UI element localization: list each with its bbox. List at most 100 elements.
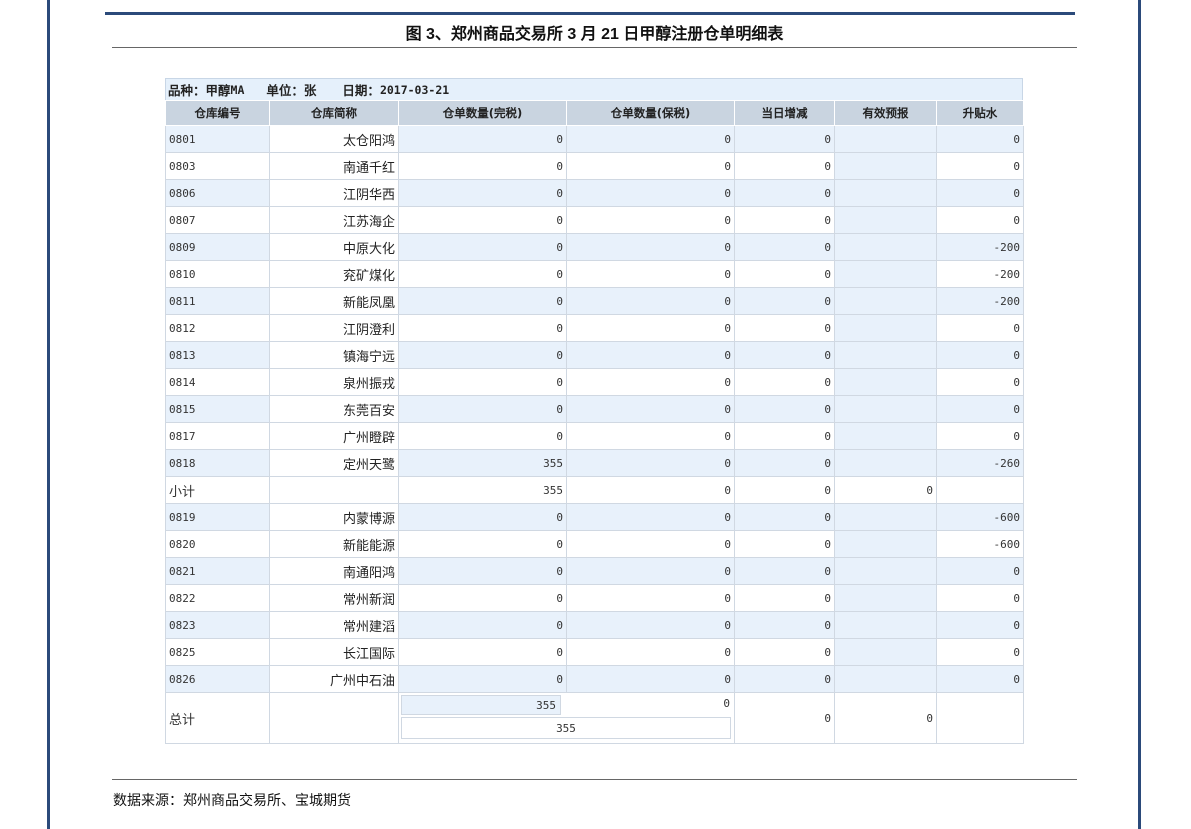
table-row: 0820 新能能源 0 0 0 -600 bbox=[165, 530, 1024, 558]
warehouse-name-cell: 定州天鹭 bbox=[269, 449, 399, 477]
table-row: 0813 镇海宁远 0 0 0 0 bbox=[165, 341, 1024, 369]
warehouse-name-cell: 内蒙博源 bbox=[269, 503, 399, 531]
warehouse-name-cell: 泉州振戎 bbox=[269, 368, 399, 396]
wanshui-qty-cell: 0 bbox=[398, 584, 567, 612]
premium-cell: -600 bbox=[936, 503, 1024, 531]
premium-cell: -200 bbox=[936, 287, 1024, 315]
warehouse-code-cell: 0807 bbox=[165, 206, 270, 234]
subtotal-change: 0 bbox=[734, 476, 835, 504]
warehouse-name-cell: 江苏海企 bbox=[269, 206, 399, 234]
daily-change-cell: 0 bbox=[734, 584, 835, 612]
forecast-cell bbox=[834, 206, 937, 234]
premium-cell: 0 bbox=[936, 341, 1024, 369]
table-row: 0801 太仓阳鸿 0 0 0 0 bbox=[165, 125, 1024, 153]
baoshui-qty-cell: 0 bbox=[566, 368, 735, 396]
warehouse-code-cell: 0815 bbox=[165, 395, 270, 423]
table-row: 0822 常州新润 0 0 0 0 bbox=[165, 584, 1024, 612]
total-baoshui: 0 bbox=[723, 697, 730, 710]
wanshui-qty-cell: 0 bbox=[398, 233, 567, 261]
total-name-cell bbox=[269, 692, 399, 744]
daily-change-cell: 0 bbox=[734, 314, 835, 342]
baoshui-qty-cell: 0 bbox=[566, 125, 735, 153]
forecast-cell bbox=[834, 314, 937, 342]
daily-change-cell: 0 bbox=[734, 260, 835, 288]
daily-change-cell: 0 bbox=[734, 665, 835, 693]
wanshui-qty-cell: 0 bbox=[398, 314, 567, 342]
warehouse-code-cell: 0809 bbox=[165, 233, 270, 261]
wanshui-qty-cell: 0 bbox=[398, 665, 567, 693]
baoshui-qty-cell: 0 bbox=[566, 530, 735, 558]
premium-cell: -200 bbox=[936, 233, 1024, 261]
warehouse-name-cell: 中原大化 bbox=[269, 233, 399, 261]
col-header-code: 仓库编号 bbox=[165, 100, 270, 126]
baoshui-qty-cell: 0 bbox=[566, 584, 735, 612]
warehouse-name-cell: 长江国际 bbox=[269, 638, 399, 666]
daily-change-cell: 0 bbox=[734, 395, 835, 423]
premium-cell: 0 bbox=[936, 611, 1024, 639]
header-rule bbox=[105, 12, 1075, 15]
table-row: 0809 中原大化 0 0 0 -200 bbox=[165, 233, 1024, 261]
premium-cell: 0 bbox=[936, 152, 1024, 180]
subtotal-name-cell bbox=[269, 476, 399, 504]
warehouse-name-cell: 新能凤凰 bbox=[269, 287, 399, 315]
warehouse-name-cell: 兖矿煤化 bbox=[269, 260, 399, 288]
subtotal-baoshui: 0 bbox=[566, 476, 735, 504]
wanshui-qty-cell: 0 bbox=[398, 530, 567, 558]
wanshui-qty-cell: 0 bbox=[398, 638, 567, 666]
table-row: 0819 内蒙博源 0 0 0 -600 bbox=[165, 503, 1024, 531]
table-row: 0814 泉州振戎 0 0 0 0 bbox=[165, 368, 1024, 396]
baoshui-qty-cell: 0 bbox=[566, 395, 735, 423]
date-label: 日期： bbox=[342, 83, 380, 98]
forecast-cell bbox=[834, 503, 937, 531]
forecast-cell bbox=[834, 449, 937, 477]
wanshui-qty-cell: 0 bbox=[398, 557, 567, 585]
title-divider bbox=[112, 47, 1077, 48]
daily-change-cell: 0 bbox=[734, 422, 835, 450]
daily-change-cell: 0 bbox=[734, 125, 835, 153]
warehouse-code-cell: 0818 bbox=[165, 449, 270, 477]
figure-title: 图 3、郑州商品交易所 3 月 21 日甲醇注册仓单明细表 bbox=[405, 26, 784, 43]
warehouse-code-cell: 0814 bbox=[165, 368, 270, 396]
unit-label: 单位： bbox=[266, 83, 304, 98]
forecast-cell bbox=[834, 341, 937, 369]
page-frame-left bbox=[47, 0, 50, 829]
premium-cell: 0 bbox=[936, 179, 1024, 207]
table-row: 0812 江阴澄利 0 0 0 0 bbox=[165, 314, 1024, 342]
table-header-row: 仓库编号 仓库简称 仓单数量(完税) 仓单数量(保税) 当日增减 有效预报 升贴… bbox=[165, 100, 1024, 126]
warehouse-name-cell: 广州瞪辟 bbox=[269, 422, 399, 450]
daily-change-cell: 0 bbox=[734, 611, 835, 639]
warehouse-code-cell: 0822 bbox=[165, 584, 270, 612]
baoshui-qty-cell: 0 bbox=[566, 422, 735, 450]
baoshui-qty-cell: 0 bbox=[566, 233, 735, 261]
warehouse-code-cell: 0813 bbox=[165, 341, 270, 369]
report-meta-bar: 品种： 甲醇 MA 单位： 张 日期： 2017-03-21 bbox=[165, 78, 1023, 100]
forecast-cell bbox=[834, 611, 937, 639]
baoshui-qty-cell: 0 bbox=[566, 341, 735, 369]
table-body: 0801 太仓阳鸿 0 0 0 0 0803 南通千红 0 0 0 0 0806 江阴华西 0 0 0 0 0807… bbox=[165, 125, 1024, 744]
premium-cell: 0 bbox=[936, 368, 1024, 396]
daily-change-cell: 0 bbox=[734, 233, 835, 261]
warehouse-code-cell: 0801 bbox=[165, 125, 270, 153]
premium-cell: 0 bbox=[936, 584, 1024, 612]
wanshui-qty-cell: 0 bbox=[398, 611, 567, 639]
forecast-cell bbox=[834, 530, 937, 558]
warehouse-name-cell: 常州建滔 bbox=[269, 611, 399, 639]
daily-change-cell: 0 bbox=[734, 179, 835, 207]
baoshui-qty-cell: 0 bbox=[566, 611, 735, 639]
subtotal-wanshui: 355 bbox=[398, 476, 567, 504]
premium-cell: 0 bbox=[936, 557, 1024, 585]
variety-value-cn: 甲醇 bbox=[205, 83, 231, 98]
premium-cell: 0 bbox=[936, 206, 1024, 234]
forecast-cell bbox=[834, 557, 937, 585]
warehouse-code-cell: 0819 bbox=[165, 503, 270, 531]
premium-cell: 0 bbox=[936, 125, 1024, 153]
forecast-cell bbox=[834, 287, 937, 315]
table-row: 0806 江阴华西 0 0 0 0 bbox=[165, 179, 1024, 207]
total-forecast: 0 bbox=[834, 692, 937, 744]
table-row: 0817 广州瞪辟 0 0 0 0 bbox=[165, 422, 1024, 450]
daily-change-cell: 0 bbox=[734, 503, 835, 531]
warehouse-code-cell: 0826 bbox=[165, 665, 270, 693]
warehouse-code-cell: 0821 bbox=[165, 557, 270, 585]
forecast-cell bbox=[834, 260, 937, 288]
wanshui-qty-cell: 0 bbox=[398, 260, 567, 288]
